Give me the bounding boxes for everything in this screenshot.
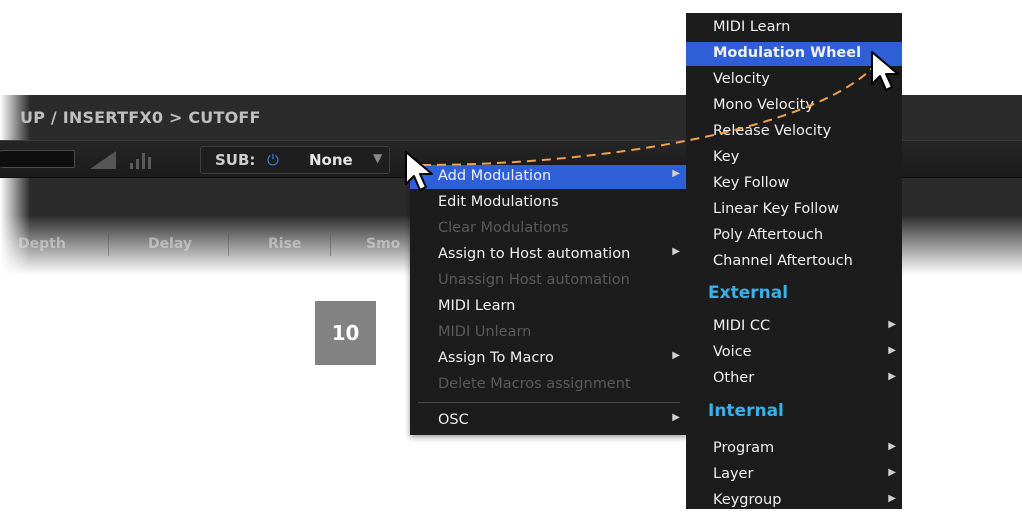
context-menu: Add Modulation ▶ Edit Modulations Clear M… [410,163,688,435]
sub-label: SUB: [215,151,256,169]
submenu-arrow-icon: ▶ [672,412,680,423]
column-smooth: Smo [366,236,401,252]
ramp-icon[interactable] [90,151,116,169]
menu-item-edit-modulations[interactable]: Edit Modulations [410,191,688,215]
menu-item-clear-modulations: Clear Modulations [438,220,569,236]
submenu-item-mono-velocity[interactable]: Mono Velocity [686,94,902,118]
submenu-arrow-icon: ▶ [672,246,680,257]
submenu-arrow-icon: ▶ [888,441,896,452]
menu-item-assign-to-macro[interactable]: Assign To Macro ▶ [410,347,688,371]
power-icon[interactable]: ⏻ [267,151,279,169]
submenu-item-key[interactable]: Key [686,146,902,170]
level-slot[interactable] [0,150,75,168]
meter-bars-icon[interactable] [130,151,160,169]
menu-separator [418,402,680,403]
mouse-pointer-icon [405,151,433,191]
submenu-item-other[interactable]: Other ▶ [686,367,902,391]
section-header-external: External [708,283,789,303]
column-delay: Delay [148,236,193,252]
column-rise: Rise [268,236,302,252]
submenu-arrow-icon: ▶ [672,350,680,361]
sub-selector[interactable]: SUB: ⏻ None ▼ [200,146,390,174]
submenu-item-layer[interactable]: Layer ▶ [686,463,902,487]
menu-item-add-modulation[interactable]: Add Modulation ▶ [410,165,688,189]
submenu-item-midi-cc[interactable]: MIDI CC ▶ [686,315,902,339]
breadcrumb: UP / INSERTFX0 > CUTOFF [20,108,261,127]
menu-item-midi-learn[interactable]: MIDI Learn [410,295,688,319]
submenu-item-poly-aftertouch[interactable]: Poly Aftertouch [686,224,902,248]
submenu-item-keygroup[interactable]: Keygroup ▶ [686,489,902,513]
step-badge: 10 [315,301,376,365]
menu-item-osc[interactable]: OSC ▶ [410,409,688,433]
column-headers: Depth Delay Rise Smo [0,232,430,262]
submenu-arrow-icon: ▶ [888,467,896,478]
submenu-item-release-velocity[interactable]: Release Velocity [686,120,902,144]
submenu-arrow-icon: ▶ [888,319,896,330]
sub-value: None [309,151,353,169]
submenu-item-midi-learn[interactable]: MIDI Learn [686,16,902,40]
menu-item-delete-macros-assignment: Delete Macros assignment [438,376,631,392]
submenu-item-key-follow[interactable]: Key Follow [686,172,902,196]
submenu-arrow-icon: ▶ [888,345,896,356]
column-depth: Depth [18,236,66,252]
menu-item-unassign-host-automation: Unassign Host automation [438,272,630,288]
submenu-item-channel-aftertouch[interactable]: Channel Aftertouch [686,250,902,274]
submenu-item-program[interactable]: Program ▶ [686,437,902,461]
submenu-arrow-icon: ▶ [888,493,896,504]
submenu-item-voice[interactable]: Voice ▶ [686,341,902,365]
submenu-arrow-icon: ▶ [888,371,896,382]
menu-item-assign-host-automation[interactable]: Assign to Host automation ▶ [410,243,688,267]
section-header-internal: Internal [708,401,784,421]
mouse-pointer-icon [871,51,899,91]
submenu-arrow-icon: ▶ [672,168,680,179]
chevron-down-icon[interactable]: ▼ [373,151,382,165]
menu-item-midi-unlearn: MIDI Unlearn [438,324,532,340]
submenu-item-linear-key-follow[interactable]: Linear Key Follow [686,198,902,222]
